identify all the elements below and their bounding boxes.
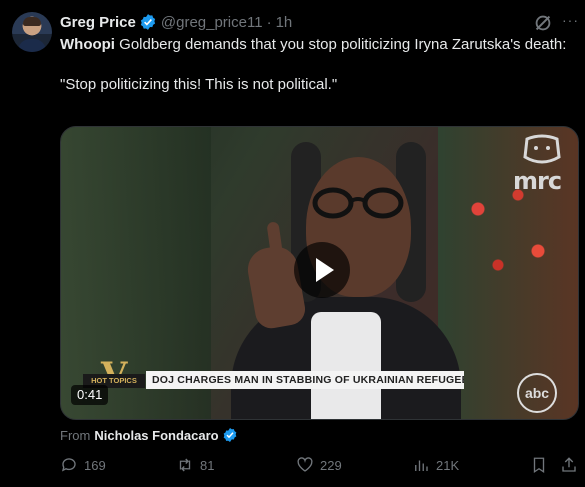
like-button[interactable]: 229 <box>296 455 342 475</box>
verified-badge-icon <box>223 428 236 442</box>
tweet-header: Greg Price @greg_price11 · 1h <box>60 12 292 32</box>
tweet-text: Whoopi Goldberg demands that you stop po… <box>60 35 570 95</box>
share-button[interactable] <box>560 455 584 475</box>
abc-logo: abc <box>517 373 557 413</box>
share-icon <box>562 457 576 472</box>
like-icon <box>297 457 313 472</box>
source-attribution: From Nicholas Fondacaro <box>60 427 242 443</box>
avatar[interactable] <box>12 12 52 52</box>
repost-button[interactable]: 81 <box>176 455 214 475</box>
video-player[interactable]: mrc V HOT TOPICS DOJ CHARGES MAN IN STAB… <box>60 126 579 420</box>
news-chyron: DOJ CHARGES MAN IN STABBING OF UKRAINIAN… <box>146 371 464 389</box>
avatar-hair <box>23 17 41 26</box>
separator-dot: · <box>266 13 272 31</box>
video-duration: 0:41 <box>71 385 109 405</box>
more-icon[interactable]: ··· <box>562 12 582 32</box>
tweet-bold-lead: Whoopi <box>60 36 115 53</box>
bookmark-icon <box>533 457 545 474</box>
action-bar: 169 81 229 21K <box>60 455 585 475</box>
repost-count: 81 <box>200 457 215 473</box>
subject-glasses <box>312 187 404 219</box>
tweet-line-1: Whoopi Goldberg demands that you stop po… <box>60 35 570 55</box>
reply-button[interactable]: 169 <box>60 455 106 475</box>
reply-count: 169 <box>84 457 106 473</box>
avatar-shirt <box>18 39 46 52</box>
grok-icon[interactable] <box>532 12 554 34</box>
play-icon[interactable] <box>294 242 350 298</box>
verified-badge-icon[interactable] <box>139 13 157 31</box>
bookmark-button[interactable] <box>530 455 554 475</box>
attribution-prefix: From <box>60 427 91 443</box>
reply-icon <box>61 458 76 472</box>
mrc-logo-text: mrc <box>513 167 562 195</box>
views-count: 21K <box>436 457 460 473</box>
views-icon <box>415 460 428 471</box>
author-name[interactable]: Greg Price <box>60 14 136 31</box>
tweet-quote: "Stop politicizing this! This is not pol… <box>60 76 338 93</box>
attribution-source[interactable]: Nicholas Fondacaro <box>94 428 218 443</box>
tweet-line-rest: Goldberg demands that you stop politiciz… <box>114 36 567 53</box>
repost-icon <box>179 458 191 472</box>
like-count: 229 <box>320 457 342 473</box>
subject-shirt <box>311 312 381 419</box>
timestamp[interactable]: 1h <box>276 14 293 31</box>
views-button[interactable]: 21K <box>412 455 459 475</box>
author-handle[interactable]: @greg_price11 <box>161 14 263 31</box>
